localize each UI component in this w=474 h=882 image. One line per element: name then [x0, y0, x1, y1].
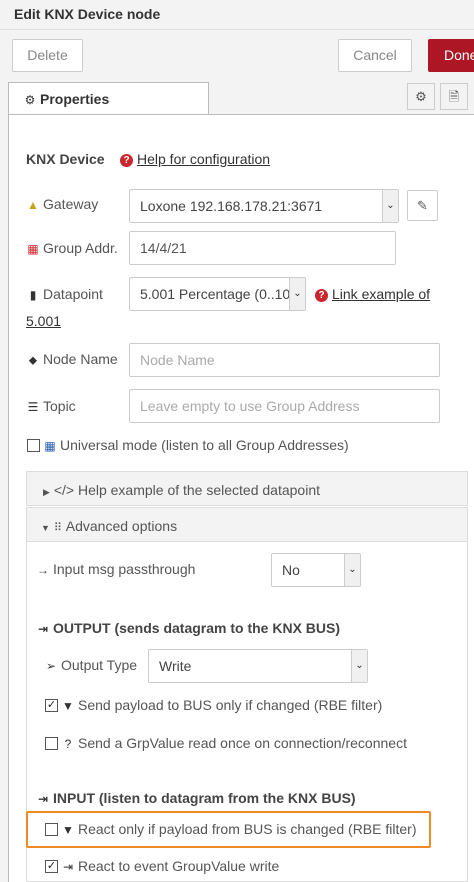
- send-read-label-wrap: ? Send a GrpValue read once on connection…: [61, 735, 407, 751]
- caret-down-icon: ▼: [41, 523, 50, 533]
- paper-plane-icon: ➢: [45, 659, 57, 673]
- topic-label-wrap: ☰ Topic: [26, 398, 76, 414]
- datapoint-value: 5.001 Percentage (0..100%): [140, 286, 306, 302]
- caret-right-icon: ▶: [43, 487, 50, 497]
- gateway-icon: ▲: [27, 198, 39, 212]
- send-rbe-label-wrap: ▼ Send payload to BUS only if changed (RB…: [61, 697, 382, 713]
- tab-settings[interactable]: ⚙: [407, 83, 435, 110]
- edit-gateway-button[interactable]: ✎: [407, 190, 438, 221]
- output-type-label-wrap: ➢ Output Type: [44, 657, 137, 673]
- group-addr-label: Group Addr.: [43, 240, 118, 256]
- gateway-label: Gateway: [43, 196, 99, 212]
- react-rbe-label-wrap: ▼ React only if payload from BUS is chang…: [61, 821, 416, 837]
- gear-icon: ⚙: [415, 89, 427, 104]
- gear-icon: ⚙: [24, 93, 36, 107]
- send-rbe-checkbox[interactable]: ✓: [45, 699, 58, 712]
- filter-icon: ▼: [62, 823, 74, 837]
- chevron-down-icon: ⌄: [382, 190, 398, 222]
- universal-mode-label: Universal mode (listen to all Group Addr…: [60, 437, 349, 453]
- chevron-down-icon: ⌄: [351, 650, 367, 682]
- universal-mode-checkbox[interactable]: [27, 439, 40, 452]
- dialog-title: Edit KNX Device node: [0, 0, 474, 30]
- advanced-options-label: Advanced options: [65, 518, 178, 534]
- sign-out-icon: ⇥: [37, 622, 49, 636]
- grip-icon: ⠿: [53, 522, 62, 534]
- topic-input[interactable]: Leave empty to use Group Address: [129, 389, 440, 423]
- group-addr-input[interactable]: 14/4/21: [129, 231, 396, 265]
- group-icon: ▦: [27, 242, 39, 256]
- tab-bar: ⚙ Properties ⚙ 🗎: [0, 80, 474, 115]
- tab-description[interactable]: 🗎: [440, 83, 468, 110]
- grid-icon: ▦: [44, 439, 56, 453]
- node-name-label: Node Name: [43, 351, 118, 367]
- advanced-options-header-label[interactable]: ▼ ⠿ Advanced options: [41, 518, 177, 534]
- send-read-checkbox[interactable]: [45, 737, 58, 750]
- done-button[interactable]: Done: [428, 39, 474, 72]
- gateway-value: Loxone 192.168.178.21:3671: [140, 198, 323, 214]
- react-rbe-checkbox[interactable]: [45, 823, 58, 836]
- chevron-down-icon: ⌄: [344, 554, 360, 586]
- sign-in-icon: ⇥: [37, 792, 49, 806]
- sign-in-icon: ⇥: [62, 860, 74, 874]
- filter-icon: ▼: [62, 699, 74, 713]
- help-config-link-wrap[interactable]: ? Help for configuration: [120, 151, 270, 167]
- cancel-button[interactable]: Cancel: [338, 39, 412, 72]
- list-icon: ☰: [27, 400, 39, 414]
- input-header-wrap: ⇥ INPUT (listen to datagram from the KNX …: [36, 790, 356, 806]
- help-example-label: Help example of the selected datapoint: [77, 482, 320, 498]
- send-rbe-label: Send payload to BUS only if changed (RBE…: [78, 697, 383, 713]
- document-icon: 🗎: [448, 89, 460, 104]
- gateway-label-wrap: ▲ Gateway: [26, 196, 98, 212]
- input-header: INPUT (listen to datagram from the KNX B…: [53, 790, 356, 806]
- pencil-icon: ✎: [417, 198, 428, 213]
- react-write-label: React to event GroupValue write: [78, 858, 280, 874]
- tab-properties-label: Properties: [40, 91, 110, 107]
- help-config-link[interactable]: Help for configuration: [137, 151, 270, 167]
- passthrough-label-wrap: → Input msg passthrough: [36, 561, 195, 577]
- delete-button[interactable]: Delete: [12, 39, 83, 72]
- node-name-label-wrap: ⬥ Node Name: [26, 351, 118, 368]
- chevron-down-icon: ⌄: [289, 278, 305, 310]
- node-name-input[interactable]: Node Name: [129, 343, 440, 377]
- output-type-label: Output Type: [61, 657, 138, 673]
- group-addr-label-wrap: ▦ Group Addr.: [26, 240, 118, 256]
- react-write-checkbox[interactable]: ✓: [45, 860, 58, 873]
- help-example-section[interactable]: ▶ </> Help example of the selected datap…: [26, 471, 468, 506]
- gateway-select[interactable]: Loxone 192.168.178.21:3671 ⌄: [129, 189, 399, 223]
- tab-properties[interactable]: ⚙ Properties: [8, 82, 209, 115]
- knx-device-title: KNX Device: [26, 151, 105, 167]
- react-write-label-wrap: ⇥ React to event GroupValue write: [61, 858, 279, 874]
- react-rbe-label: React only if payload from BUS is change…: [78, 821, 417, 837]
- output-type-value: Write: [159, 658, 192, 674]
- universal-mode-label-wrap: ▦ Universal mode (listen to all Group Add…: [43, 437, 349, 453]
- tag-icon: ⬥: [28, 353, 38, 367]
- help-icon: ?: [120, 154, 133, 167]
- help-example-header[interactable]: ▶ </> Help example of the selected datap…: [43, 482, 320, 498]
- passthrough-label: Input msg passthrough: [53, 561, 196, 577]
- datapoint-example-link[interactable]: Link example of: [332, 286, 430, 302]
- output-type-select[interactable]: Write ⌄: [148, 649, 368, 683]
- output-header-wrap: ⇥ OUTPUT (sends datagram to the KNX BUS): [36, 620, 340, 636]
- code-icon: </>: [53, 482, 75, 498]
- passthrough-value: No: [282, 562, 300, 578]
- help-icon: ?: [315, 289, 328, 302]
- topic-label: Topic: [43, 398, 76, 414]
- arrow-right-icon: →: [37, 563, 49, 577]
- datapoint-example-link-cont[interactable]: 5.001: [26, 313, 61, 329]
- send-read-label: Send a GrpValue read once on connection/…: [78, 735, 407, 751]
- question-circle-icon: ?: [64, 737, 72, 751]
- passthrough-select[interactable]: No ⌄: [271, 553, 361, 587]
- datapoint-link-wrap[interactable]: ? Link example of: [315, 286, 430, 302]
- datapoint-icon: ▮: [29, 288, 37, 302]
- output-header: OUTPUT (sends datagram to the KNX BUS): [53, 620, 341, 636]
- advanced-options-header[interactable]: ▼ ⠿ Advanced options: [27, 508, 467, 542]
- datapoint-select[interactable]: 5.001 Percentage (0..100%) ⌄: [129, 277, 306, 311]
- datapoint-label: Datapoint: [43, 286, 103, 302]
- datapoint-label-wrap: ▮ Datapoint: [26, 286, 103, 302]
